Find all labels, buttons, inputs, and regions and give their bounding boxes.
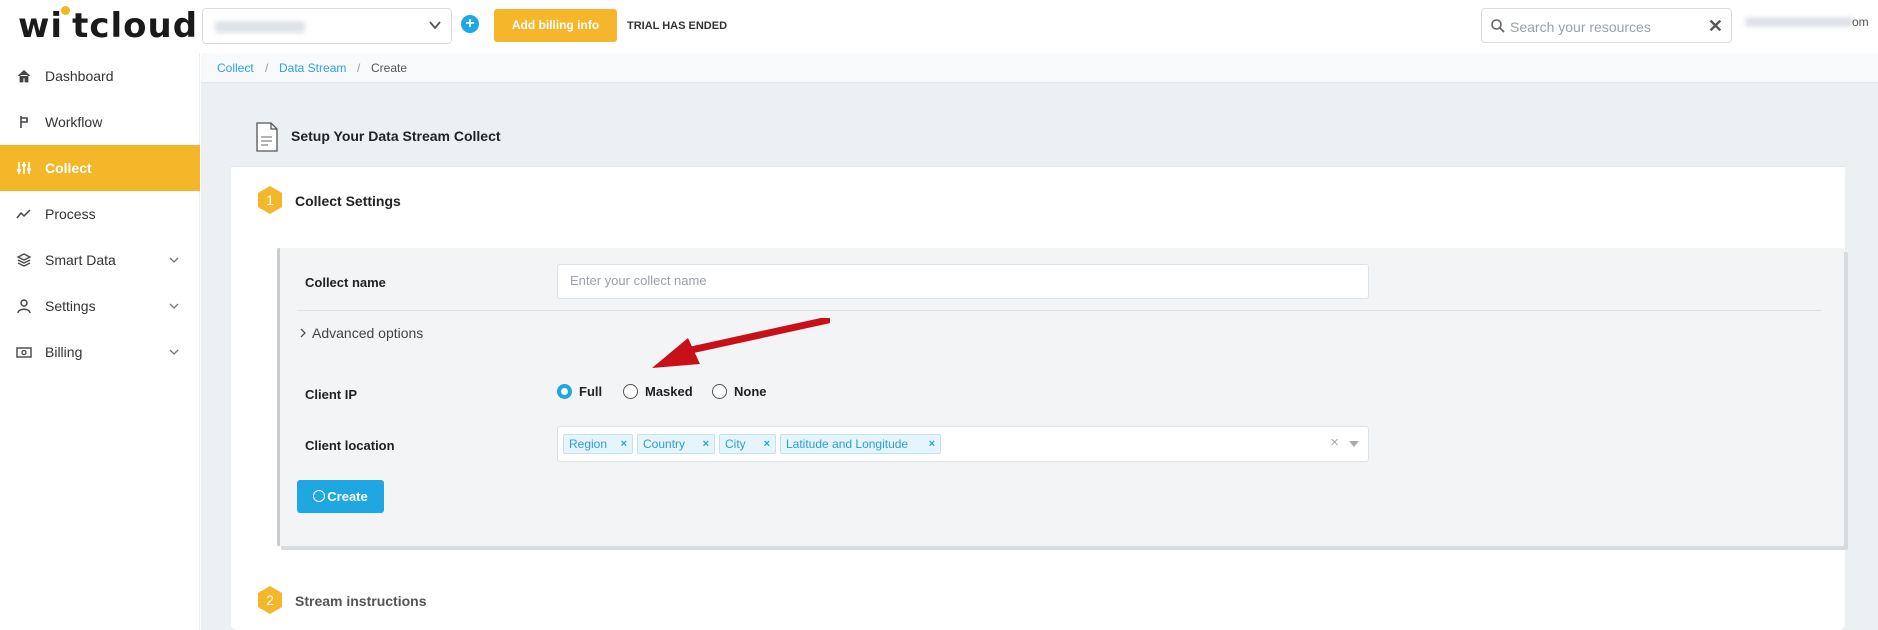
layers-icon	[16, 253, 32, 267]
radio-checked[interactable]	[557, 384, 572, 399]
search-box[interactable]: Search your resources ✕	[1481, 8, 1732, 43]
home-icon	[17, 69, 31, 83]
money-icon	[16, 347, 32, 358]
divider	[297, 310, 1821, 311]
tag-label: Country	[643, 437, 686, 451]
collect-settings-form: Collect name Enter your collect name Adv…	[277, 248, 1844, 546]
step-1-badge: 1	[256, 185, 284, 215]
step-number: 2	[266, 592, 274, 608]
sidebar-item-label: Dashboard	[45, 68, 114, 84]
sidebar-item-label: Smart Data	[45, 252, 116, 268]
main-content: Collect / Data Stream / Create Setup You…	[201, 53, 1878, 630]
sliders-icon	[17, 162, 31, 174]
chevron-down-icon	[169, 349, 179, 355]
sidebar-item-smart-data[interactable]: Smart Data	[0, 237, 200, 283]
caret-down-icon[interactable]	[1349, 441, 1359, 449]
client-location-multiselect[interactable]: Region × Country × City × Latitude and L…	[557, 426, 1369, 462]
sidebar-item-label: Collect	[45, 160, 92, 176]
sidebar-item-label: Billing	[45, 344, 83, 360]
chevron-down-icon	[169, 257, 179, 263]
breadcrumb-create: Create	[371, 61, 408, 75]
sidebar: Dashboard Workflow Collect Process Smart…	[0, 53, 200, 630]
client-ip-none-radio[interactable]: None	[712, 384, 767, 399]
sidebar-item-settings[interactable]: Settings	[0, 283, 200, 329]
card-title: Setup Your Data Stream Collect	[291, 128, 501, 144]
radio-label: None	[734, 384, 767, 399]
user-menu[interactable]: om	[1745, 13, 1870, 33]
tag-label: Latitude and Longitude	[786, 437, 909, 451]
document-icon	[256, 122, 278, 152]
sidebar-item-collect[interactable]: Collect	[0, 145, 200, 191]
add-organization-icon[interactable]: +	[461, 15, 479, 33]
tag-city: City ×	[719, 434, 776, 454]
create-button[interactable]: Create	[297, 480, 384, 513]
create-button-label: Create	[327, 489, 368, 504]
step-number: 1	[266, 192, 274, 208]
sidebar-item-process[interactable]: Process	[0, 191, 200, 237]
top-bar: wi tcloud + Add billing info TRIAL HAS EN…	[0, 0, 1878, 53]
advanced-options-toggle[interactable]: Advanced options	[298, 325, 423, 341]
breadcrumb-separator: /	[265, 61, 269, 75]
tag-region: Region ×	[563, 434, 633, 454]
search-icon	[1491, 19, 1505, 33]
chevron-down-icon	[169, 303, 179, 309]
chevron-down-icon	[429, 21, 441, 30]
sidebar-item-label: Process	[45, 206, 96, 222]
breadcrumb-collect[interactable]: Collect	[217, 61, 254, 75]
step-1-title: Collect Settings	[295, 193, 401, 209]
card-header: Setup Your Data Stream Collect	[231, 108, 1845, 167]
witcloud-logo[interactable]: wi tcloud	[18, 6, 198, 46]
collect-name-placeholder: Enter your collect name	[570, 273, 707, 288]
tag-label: Region	[569, 437, 608, 451]
chevron-right-icon	[300, 328, 306, 338]
sidebar-item-workflow[interactable]: Workflow	[0, 99, 200, 145]
radio-label: Masked	[645, 384, 693, 399]
step-2-title[interactable]: Stream instructions	[295, 593, 426, 609]
tag-latitude-longitude: Latitude and Longitude ×	[780, 434, 941, 454]
remove-tag-icon[interactable]: ×	[703, 435, 709, 453]
annotation-arrow	[652, 318, 830, 368]
trial-status: TRIAL HAS ENDED	[627, 20, 728, 32]
organization-name-redacted	[215, 21, 305, 33]
user-email-suffix: om	[1852, 15, 1869, 29]
breadcrumb: Collect / Data Stream / Create	[201, 53, 1878, 83]
tag-label: City	[725, 437, 746, 451]
remove-tag-icon[interactable]: ×	[621, 435, 627, 453]
sidebar-item-label: Workflow	[45, 114, 103, 130]
workflow-icon	[20, 116, 28, 128]
tag-country: Country ×	[637, 434, 715, 454]
user-email-redacted	[1745, 17, 1853, 27]
radio-label: Full	[579, 384, 603, 399]
advanced-options-label: Advanced options	[312, 325, 424, 341]
organization-select[interactable]	[202, 8, 452, 44]
remove-tag-icon[interactable]: ×	[929, 435, 935, 453]
client-location-label: Client location	[305, 438, 395, 453]
clear-search-icon[interactable]: ✕	[1708, 16, 1723, 37]
client-ip-label: Client IP	[305, 387, 358, 402]
user-icon	[17, 299, 31, 314]
search-input[interactable]: Search your resources	[1510, 19, 1651, 35]
collect-name-label: Collect name	[305, 275, 386, 290]
step-2-badge: 2	[256, 585, 284, 615]
trend-icon	[16, 209, 31, 219]
radio-unchecked[interactable]	[712, 384, 727, 399]
radio-unchecked[interactable]	[623, 384, 638, 399]
collect-name-input[interactable]: Enter your collect name	[557, 264, 1369, 299]
sidebar-item-dashboard[interactable]: Dashboard	[0, 53, 200, 99]
clear-all-icon[interactable]: ×	[1330, 434, 1339, 451]
breadcrumb-separator: /	[357, 61, 361, 75]
sidebar-item-billing[interactable]: Billing	[0, 329, 200, 375]
client-ip-full-radio[interactable]: Full	[557, 384, 602, 399]
remove-tag-icon[interactable]: ×	[764, 435, 770, 453]
check-circle-icon	[313, 490, 326, 502]
add-billing-button[interactable]: Add billing info	[494, 9, 617, 42]
client-ip-masked-radio[interactable]: Masked	[623, 384, 693, 399]
breadcrumb-data-stream[interactable]: Data Stream	[279, 61, 346, 75]
sidebar-item-label: Settings	[45, 298, 96, 314]
